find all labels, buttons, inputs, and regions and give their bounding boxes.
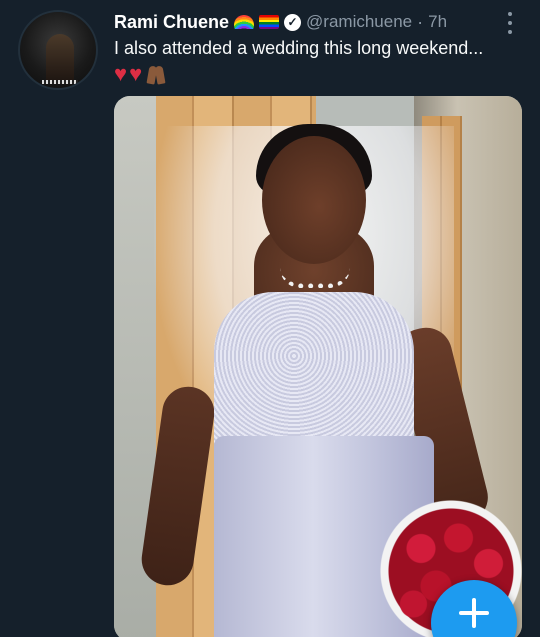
tweet-timestamp[interactable]: 7h	[428, 12, 447, 32]
tweet-text: I also attended a wedding this long week…	[114, 38, 484, 58]
author-handle[interactable]: @ramichuene	[306, 12, 412, 32]
pride-flag-icon	[259, 15, 280, 29]
red-heart-icon: ♥	[114, 61, 128, 86]
tweet[interactable]: Rami Chuene ✓ @ramichuene · 7h I also at…	[0, 0, 540, 637]
photo-face	[262, 136, 366, 264]
photo-dress-bodice	[214, 292, 414, 452]
avatar-barcode	[42, 80, 78, 84]
red-heart-icon: ♥	[129, 61, 143, 86]
tweet-media-image[interactable]	[114, 96, 522, 637]
plus-icon	[459, 598, 489, 628]
author-name[interactable]: Rami Chuene	[114, 12, 229, 33]
tweet-header: Rami Chuene ✓ @ramichuene · 7h	[114, 10, 447, 34]
verified-icon: ✓	[284, 13, 302, 31]
photo-necklace	[280, 268, 350, 288]
tweet-emojis: ♥ ♥	[114, 62, 166, 86]
rainbow-icon	[234, 15, 255, 29]
separator-dot: ·	[417, 11, 424, 32]
folded-hands-icon	[146, 64, 166, 84]
more-options-icon[interactable]	[503, 12, 517, 34]
avatar[interactable]	[18, 10, 98, 90]
avatar-figure	[46, 34, 74, 84]
